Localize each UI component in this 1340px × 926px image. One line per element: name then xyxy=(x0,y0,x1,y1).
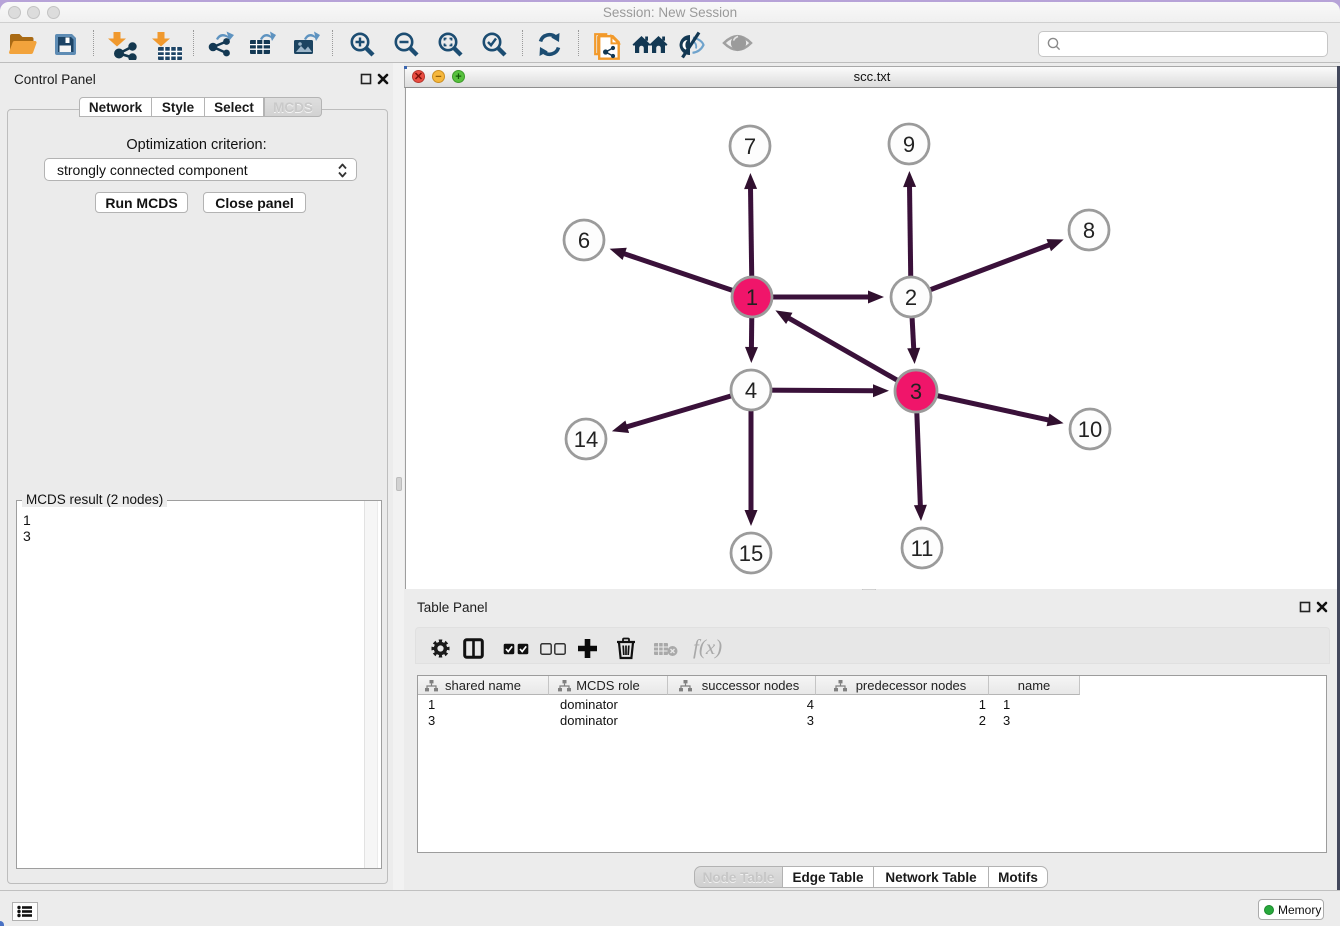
svg-text:2: 2 xyxy=(905,285,917,310)
svg-text:14: 14 xyxy=(574,427,598,452)
svg-text:7: 7 xyxy=(744,134,756,159)
svg-text:6: 6 xyxy=(578,228,590,253)
svg-text:4: 4 xyxy=(745,378,757,403)
svg-text:10: 10 xyxy=(1078,417,1102,442)
svg-text:1: 1 xyxy=(746,285,758,310)
svg-text:3: 3 xyxy=(910,379,922,404)
svg-text:9: 9 xyxy=(903,132,915,157)
svg-text:15: 15 xyxy=(739,541,763,566)
svg-text:11: 11 xyxy=(911,536,934,561)
svg-text:8: 8 xyxy=(1083,218,1095,243)
